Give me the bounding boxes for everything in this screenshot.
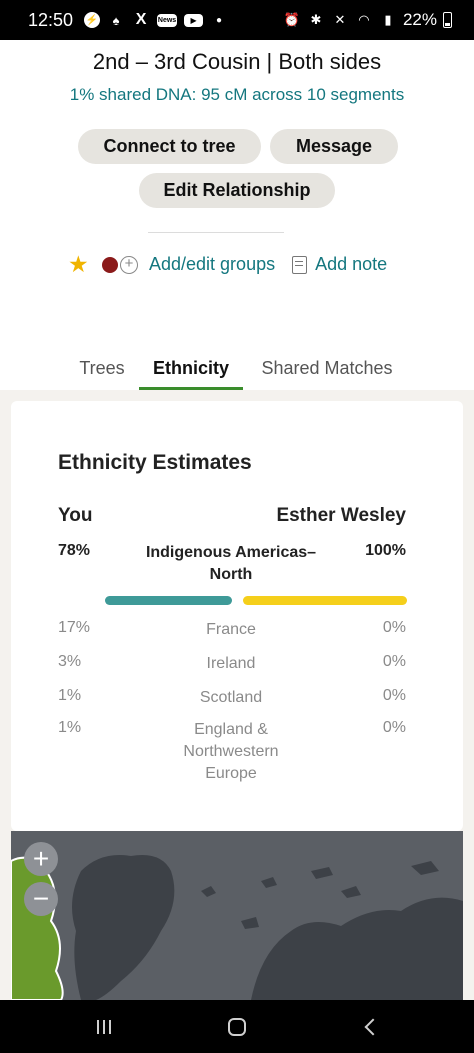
- row-you-percent: 3%: [58, 653, 82, 670]
- alarm-icon: ⏰: [283, 12, 301, 27]
- match-name-header: Esther Wesley: [276, 505, 406, 526]
- mute-icon: ✕: [334, 12, 346, 27]
- tab-trees[interactable]: Trees: [72, 355, 132, 390]
- x-icon: X: [135, 11, 147, 28]
- you-percent-bar: [105, 596, 232, 605]
- tab-shared-matches[interactable]: Shared Matches: [251, 355, 403, 390]
- edit-relationship-button[interactable]: Edit Relationship: [139, 173, 335, 208]
- row-region: Scotland: [199, 689, 263, 706]
- row-region: Ireland: [206, 655, 256, 672]
- row-region: France: [206, 621, 256, 638]
- divider: [148, 232, 284, 233]
- row-region: England & Northwestern Europe: [183, 721, 279, 782]
- row-match-percent: 0%: [382, 653, 406, 670]
- ethnicity-card: Ethnicity Estimates You Esther Wesley 78…: [11, 401, 463, 831]
- shared-dna-link[interactable]: 1% shared DNA: 95 cM across 10 segments: [0, 85, 474, 105]
- zoom-out-button[interactable]: −: [24, 882, 58, 916]
- ethnicity-map[interactable]: + −: [11, 831, 463, 1000]
- primary-region-name[interactable]: Indigenous Americas–North: [141, 542, 321, 586]
- battery-text: 22%: [402, 10, 437, 29]
- group-dot-icon[interactable]: [102, 256, 118, 273]
- ethnicity-title: Ethnicity Estimates: [58, 451, 252, 474]
- bluetooth-icon: ✱: [310, 12, 322, 27]
- row-match-percent: 0%: [382, 619, 406, 636]
- connect-to-tree-button[interactable]: Connect to tree: [78, 129, 261, 164]
- primary-match-percent: 100%: [365, 542, 406, 559]
- notification-icon: ♠: [112, 12, 120, 28]
- actions-row: ★ + Add/edit groups Add note: [68, 251, 387, 278]
- system-nav-bar: [0, 1000, 474, 1053]
- wifi-icon: ◠: [358, 12, 370, 27]
- dot-icon: ●: [216, 14, 223, 26]
- youtube-icon: ▶: [184, 13, 204, 27]
- match-percent-bar: [243, 596, 407, 605]
- relationship-title: 2nd – 3rd Cousin | Both sides: [92, 49, 382, 74]
- recent-apps-button[interactable]: [89, 1014, 119, 1040]
- status-bar: 12:50 ⚡ ♠ X News ▶ ● ⏰ ✱ ✕ ◠ ▮ 22%: [0, 0, 474, 40]
- row-you-percent: 1%: [58, 687, 82, 704]
- add-edit-groups-link[interactable]: Add/edit groups: [149, 254, 275, 275]
- status-right: ⏰ ✱ ✕ ◠ ▮ 22%: [283, 10, 452, 30]
- add-group-icon[interactable]: +: [120, 255, 138, 274]
- home-button[interactable]: [222, 1014, 252, 1040]
- zoom-in-button[interactable]: +: [24, 842, 58, 876]
- recent-apps-icon: [97, 1020, 111, 1034]
- messenger-icon: ⚡: [84, 12, 101, 28]
- add-note-link[interactable]: Add note: [315, 254, 387, 275]
- note-icon[interactable]: [292, 255, 308, 274]
- row-you-percent: 17%: [58, 619, 91, 636]
- you-header: You: [58, 505, 93, 526]
- primary-you-percent: 78%: [58, 542, 91, 559]
- tab-bar: Trees Ethnicity Shared Matches: [0, 355, 474, 390]
- back-icon: [364, 1018, 382, 1036]
- row-match-percent: 0%: [382, 687, 406, 704]
- map-landmass: [11, 855, 463, 1000]
- battery-icon: [443, 12, 452, 28]
- row-you-percent: 1%: [58, 719, 82, 736]
- signal-icon: ▮: [384, 12, 392, 27]
- home-icon: [228, 1018, 246, 1036]
- status-time: 12:50: [28, 9, 74, 30]
- status-left: 12:50 ⚡ ♠ X News ▶ ●: [28, 10, 228, 31]
- news-icon: News: [157, 13, 178, 27]
- back-button[interactable]: [355, 1014, 385, 1040]
- star-icon[interactable]: ★: [68, 251, 92, 278]
- message-button[interactable]: Message: [270, 129, 398, 164]
- tab-ethnicity[interactable]: Ethnicity: [139, 355, 243, 390]
- row-match-percent: 0%: [382, 719, 406, 736]
